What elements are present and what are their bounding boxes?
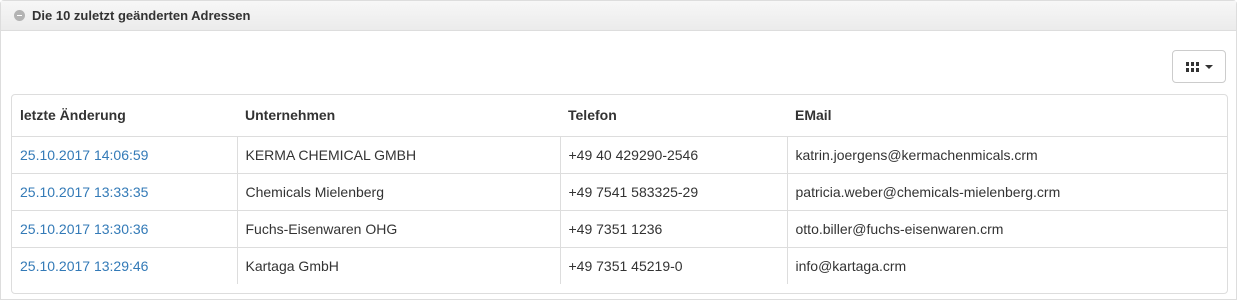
panel-title: Die 10 zuletzt geänderten Adressen [32, 8, 251, 23]
cell-last-change: 25.10.2017 13:33:35 [12, 172, 237, 210]
columns-toggle-button[interactable] [1172, 50, 1226, 83]
cell-last-change: 25.10.2017 13:29:46 [12, 246, 237, 284]
cell-email: otto.biller@fuchs-eisenwaren.crm [786, 209, 1227, 247]
addresses-table-container: letzte Änderung Unternehmen Telefon EMai… [11, 94, 1228, 294]
grid-icon [1185, 61, 1199, 72]
cell-last-change: 25.10.2017 13:30:36 [12, 209, 237, 247]
cell-company: Chemicals Mielenberg [236, 172, 560, 210]
cell-phone: +49 7351 45219-0 [559, 246, 787, 284]
cell-company: KERMA CHEMICAL GMBH [236, 136, 560, 173]
date-link[interactable]: 25.10.2017 13:30:36 [20, 221, 148, 237]
table-row: 25.10.2017 14:06:59 KERMA CHEMICAL GMBH … [12, 136, 1227, 173]
minus-circle-icon[interactable] [14, 10, 25, 21]
cell-email: katrin.joergens@kermachenmicals.crm [786, 136, 1227, 173]
cell-phone: +49 7351 1236 [559, 209, 787, 247]
cell-email: patricia.weber@chemicals-mielenberg.crm [786, 172, 1227, 210]
table-row: 25.10.2017 13:30:36 Fuchs-Eisenwaren OHG… [12, 209, 1227, 247]
cell-last-change: 25.10.2017 14:06:59 [12, 136, 237, 173]
column-header-email[interactable]: EMail [787, 95, 1227, 137]
cell-email: info@kartaga.crm [786, 246, 1227, 284]
column-header-last-change[interactable]: letzte Änderung [12, 95, 237, 137]
table-row: 25.10.2017 13:29:46 Kartaga GmbH +49 735… [12, 246, 1227, 284]
addresses-table: letzte Änderung Unternehmen Telefon EMai… [12, 95, 1227, 284]
cell-company: Kartaga GmbH [236, 246, 560, 284]
date-link[interactable]: 25.10.2017 13:29:46 [20, 258, 148, 274]
date-link[interactable]: 25.10.2017 14:06:59 [20, 147, 148, 163]
cell-company: Fuchs-Eisenwaren OHG [236, 209, 560, 247]
cell-phone: +49 7541 583325-29 [559, 172, 787, 210]
column-header-phone[interactable]: Telefon [560, 95, 787, 137]
table-header-row: letzte Änderung Unternehmen Telefon EMai… [12, 95, 1227, 137]
panel-heading[interactable]: Die 10 zuletzt geänderten Adressen [1, 1, 1236, 31]
cell-phone: +49 40 429290-2546 [559, 136, 787, 173]
date-link[interactable]: 25.10.2017 13:33:35 [20, 184, 148, 200]
caret-down-icon [1204, 65, 1213, 69]
table-row: 25.10.2017 13:33:35 Chemicals Mielenberg… [12, 172, 1227, 210]
column-header-company[interactable]: Unternehmen [237, 95, 560, 137]
